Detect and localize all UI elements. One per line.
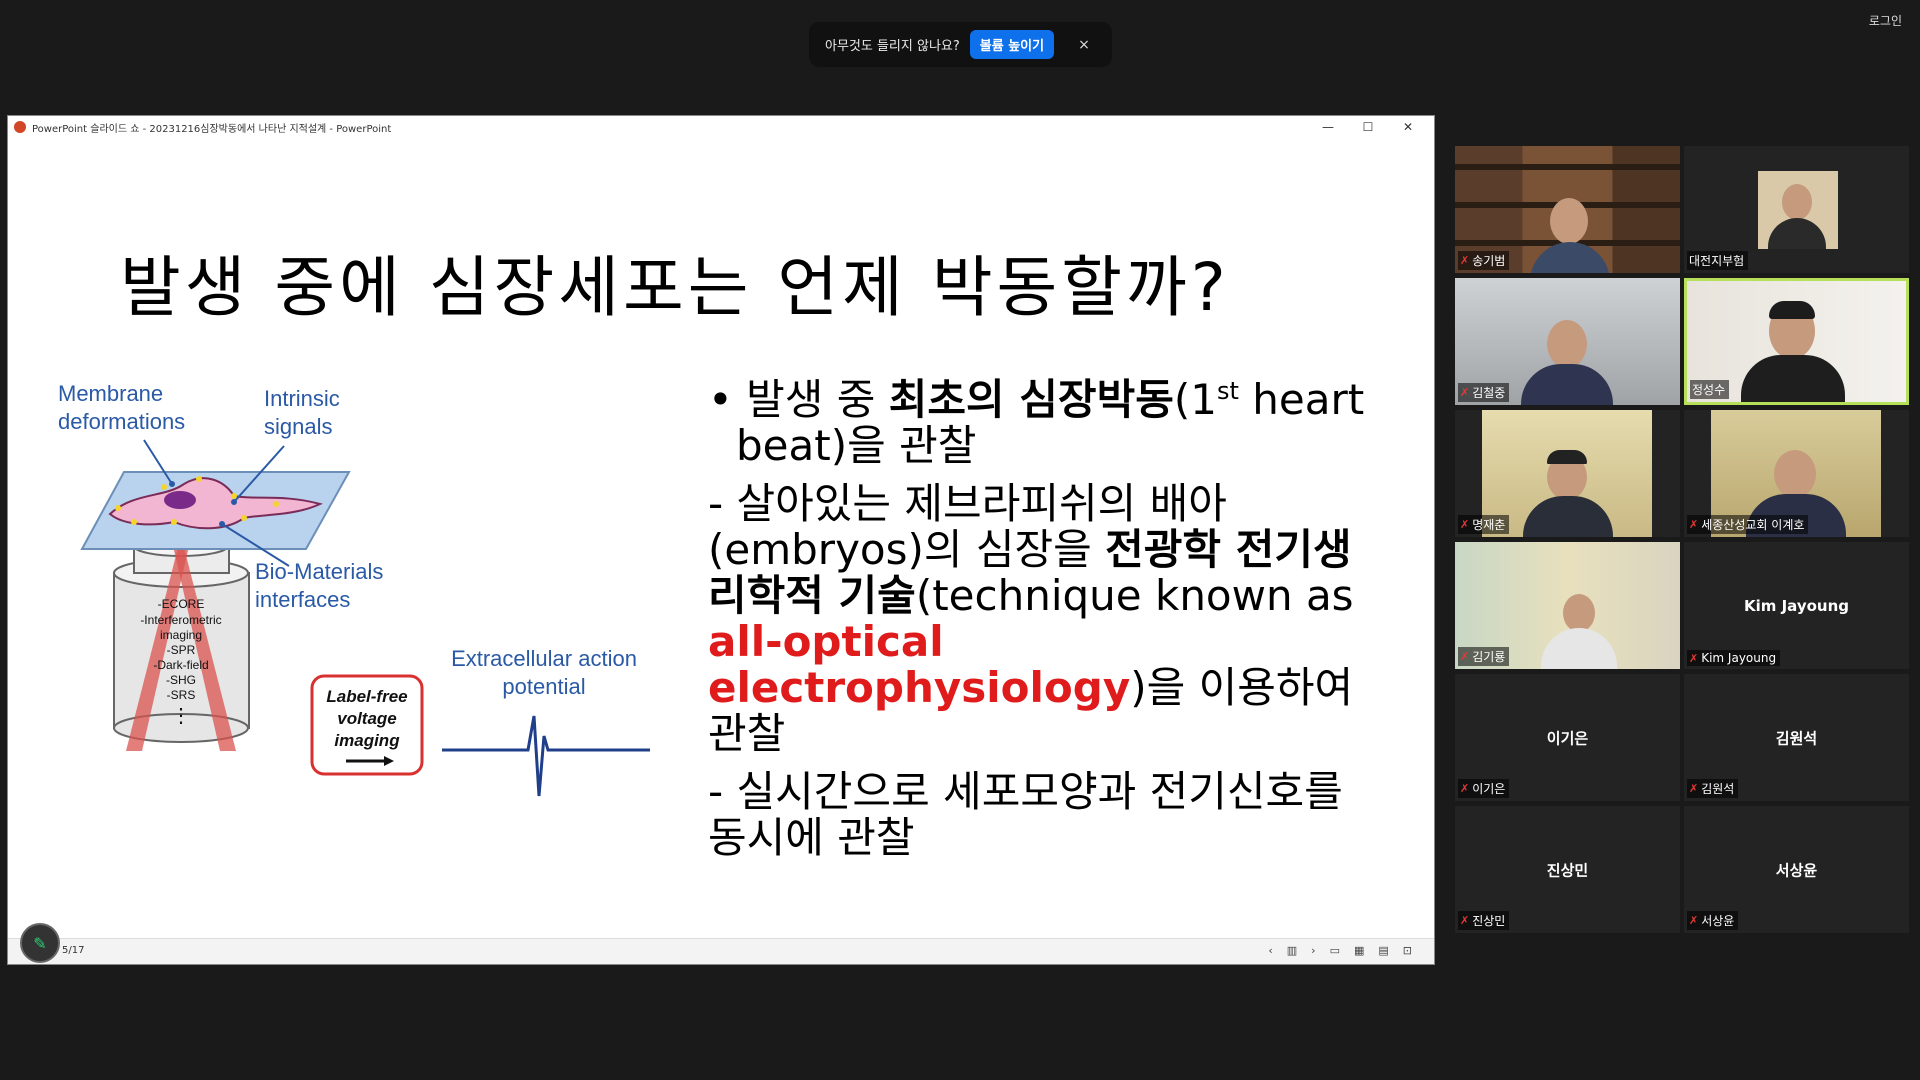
muted-mic-icon: ✗ (1689, 651, 1699, 665)
slideshow-icon[interactable]: ⊡ (1403, 944, 1412, 957)
membrane-label: Membrane (58, 381, 163, 406)
participant-display-name: 진상민 (1546, 861, 1589, 879)
participant-tile[interactable]: ✗ 송기범 (1455, 146, 1680, 273)
label-free-text: imaging (334, 731, 400, 750)
participant-tile[interactable]: 진상민 ✗ 진상민 (1455, 806, 1680, 933)
minimize-button[interactable]: — (1308, 116, 1348, 138)
muted-mic-icon: ✗ (1460, 518, 1470, 531)
bullet-1: • 발생 중 최초의 심장박동(1st heart beat)을 관찰 (708, 375, 1365, 470)
muted-mic-icon: ✗ (1689, 914, 1699, 927)
next-slide-icon[interactable]: › (1311, 944, 1315, 957)
slideshow-statusbar: ✎ 5/17 ‹ ▥ › ▭ ▦ ▤ ⊡ (8, 923, 1434, 964)
label-free-text: voltage (337, 709, 397, 728)
reading-view-icon[interactable]: ▤ (1378, 944, 1388, 957)
window-close-button[interactable]: ✕ (1388, 116, 1428, 138)
audio-toast: 아무것도 들리지 않나요? 볼륨 높이기 × (809, 22, 1112, 67)
method-item: -Interferometric (140, 613, 221, 627)
method-item: -Dark-field (153, 658, 208, 672)
label-free-text: Label-free (326, 687, 407, 706)
participant-name: 김기룡 (1472, 650, 1506, 664)
participant-tile[interactable]: 서상윤 ✗ 서상윤 (1684, 806, 1909, 933)
method-item: -ECORE (158, 597, 205, 611)
powerpoint-icon (14, 121, 26, 133)
participant-tile[interactable]: 대전지부험 (1684, 146, 1909, 273)
label-free-box: Label-free voltage imaging (310, 674, 424, 776)
participant-tile[interactable]: ✗ 김철중 (1455, 278, 1680, 405)
participant-name: Kim Jayoung (1701, 651, 1777, 665)
participant-name: 대전지부험 (1689, 254, 1745, 268)
participant-name: 이기은 (1472, 782, 1506, 796)
participant-tile[interactable]: 이기은 ✗ 이기은 (1455, 674, 1680, 801)
intrinsic-label: signals (264, 414, 332, 439)
participant-name: 명재춘 (1472, 518, 1506, 532)
close-icon[interactable]: × (1078, 37, 1090, 53)
muted-mic-icon: ✗ (1689, 518, 1699, 531)
participant-display-name: 이기은 (1546, 729, 1589, 747)
participant-display-name: 김원석 (1775, 729, 1818, 747)
biomaterials-label: Bio-Materials (255, 559, 383, 584)
intrinsic-label: Intrinsic (264, 386, 340, 411)
method-item: imaging (160, 628, 202, 642)
muted-mic-icon: ✗ (1689, 782, 1699, 795)
increase-volume-button[interactable]: 볼륨 높이기 (969, 30, 1055, 59)
powerpoint-window: PowerPoint 슬라이드 쇼 - 20231216심장박동에서 나타난 지… (7, 115, 1435, 965)
action-potential-trace (442, 715, 650, 797)
bullet-2: - 살아있는 제브라피쉬의 배아 (embryos)의 심장을 전광학 전기생리… (708, 479, 1354, 758)
muted-mic-icon: ✗ (1460, 782, 1470, 795)
slide-list-icon[interactable]: ▥ (1287, 944, 1297, 957)
slide: 발생 중에 심장세포는 언제 박동할까? Membrane deformatio… (8, 138, 1434, 941)
muted-mic-icon: ✗ (1460, 254, 1470, 267)
cell-substrate (80, 439, 351, 567)
participant-name: 김철중 (1472, 386, 1506, 400)
normal-view-icon[interactable]: ▭ (1330, 944, 1340, 957)
participant-tile[interactable]: 김원석 ✗ 김원석 (1684, 674, 1909, 801)
window-title: PowerPoint 슬라이드 쇼 - 20231216심장박동에서 나타난 지… (32, 123, 392, 135)
participant-tile[interactable]: Kim Jayoung ✗ Kim Jayoung (1684, 542, 1909, 669)
participant-name: 진상민 (1472, 914, 1506, 928)
participant-display-name: 서상윤 (1775, 861, 1818, 879)
method-item: -SPR (167, 643, 196, 657)
muted-mic-icon: ✗ (1460, 914, 1470, 927)
bullet-3: - 실시간으로 세포모양과 전기신호를 동시에 관찰 (708, 767, 1343, 862)
participant-name: 김원석 (1701, 782, 1735, 796)
slide-bullets: • 발생 중 최초의 심장박동(1st heart beat)을 관찰 - 살아… (708, 368, 1388, 861)
participant-display-name: Kim Jayoung (1743, 596, 1850, 615)
participant-name: 세종산성교회 이계호 (1701, 518, 1805, 532)
participant-tile[interactable]: ✗ 세종산성교회 이계호 (1684, 410, 1909, 537)
pen-icon[interactable]: ✎ (20, 923, 60, 963)
extracellular-label: potential (502, 674, 585, 699)
participant-tile[interactable]: ✗ 명재춘 (1455, 410, 1680, 537)
method-item: ⋮ (171, 705, 191, 727)
muted-mic-icon: ✗ (1460, 650, 1470, 663)
membrane-label: deformations (58, 409, 185, 434)
maximize-button[interactable]: ☐ (1348, 116, 1388, 138)
audio-message: 아무것도 들리지 않나요? (825, 39, 960, 54)
window-titlebar: PowerPoint 슬라이드 쇼 - 20231216심장박동에서 나타난 지… (8, 116, 1434, 138)
method-item: -SRS (167, 688, 196, 702)
participant-name: 송기범 (1472, 254, 1506, 268)
previous-slide-icon[interactable]: ‹ (1268, 944, 1272, 957)
method-item: -SHG (166, 673, 196, 687)
login-link[interactable]: 로그인 (1869, 12, 1902, 29)
biomaterials-label: interfaces (255, 587, 350, 612)
label-free-imaging-figure: Membrane deformations Intrinsic signals … (58, 381, 650, 797)
slide-number: 5/17 (62, 945, 85, 956)
participant-tile-active[interactable]: 정성수 (1684, 278, 1909, 405)
slide-title: 발생 중에 심장세포는 언제 박동할까? (120, 249, 1230, 326)
participant-tile[interactable]: ✗ 김기룡 (1455, 542, 1680, 669)
slide-sorter-icon[interactable]: ▦ (1354, 944, 1364, 957)
extracellular-label: Extracellular action (451, 646, 637, 671)
participant-name: 서상윤 (1701, 914, 1735, 928)
participant-name: 정성수 (1692, 383, 1726, 397)
muted-mic-icon: ✗ (1460, 386, 1470, 399)
